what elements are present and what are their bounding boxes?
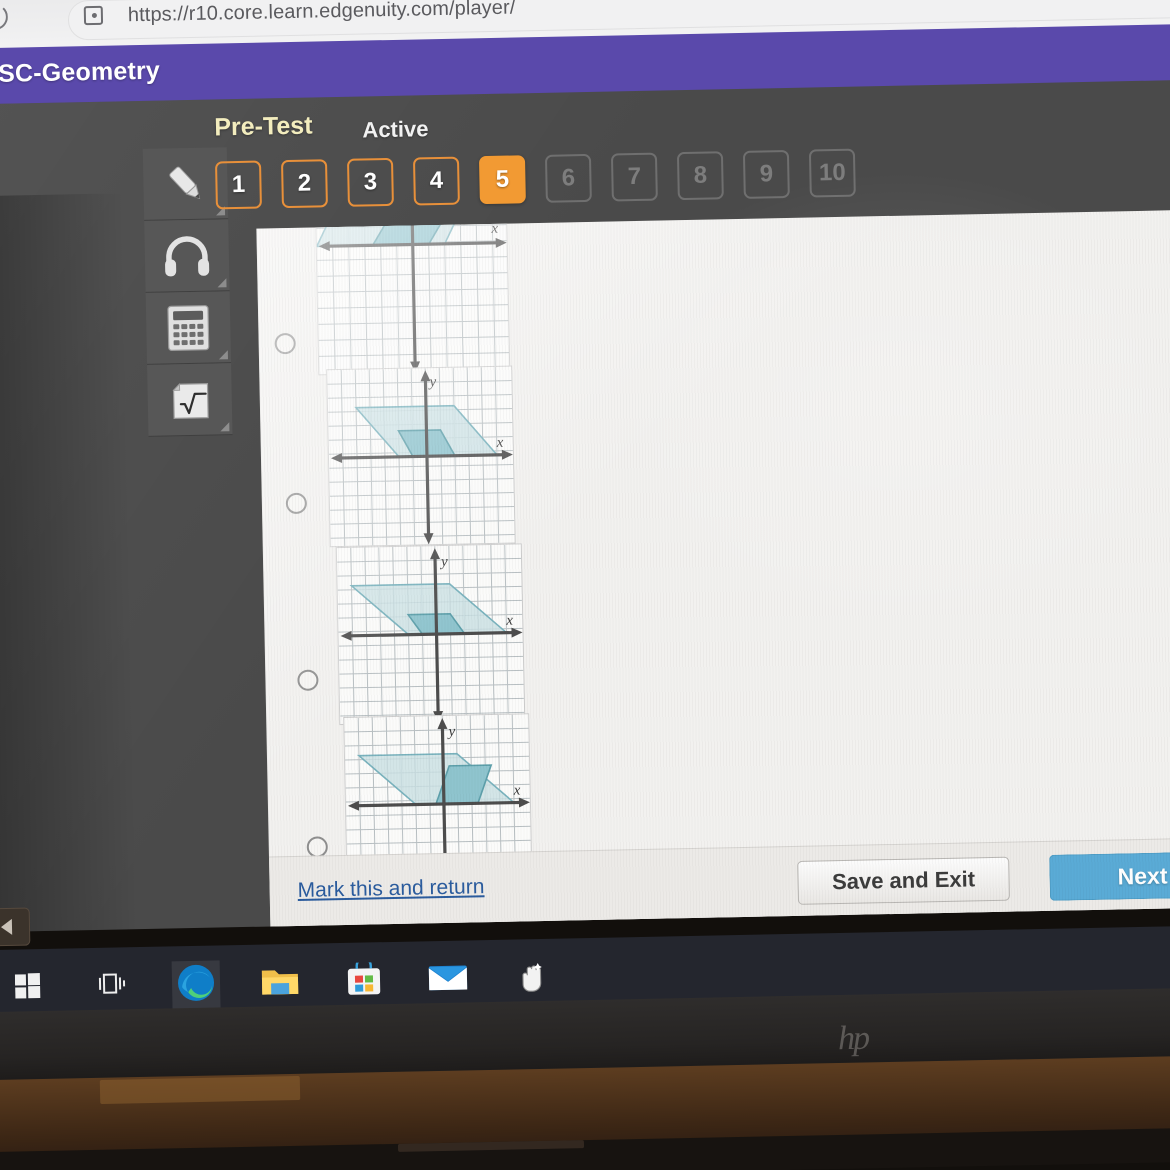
next-button[interactable]: Next [1049,851,1170,901]
hand-icon [514,957,551,999]
question-pill-5[interactable]: 5 [478,155,526,205]
graph-svg-option-a: x [315,209,511,376]
photo-of-laptop-screen: https://r10.core.learn.edgenuity.com/pla… [0,0,1170,1170]
edge-icon [176,962,217,1008]
headphones-icon [160,232,213,279]
site-info-icon[interactable] [83,5,104,26]
axis-label-x-d: x [513,782,521,798]
text-to-speech-tool[interactable] [144,219,230,293]
question-panel: x y x y x y x Mark this and return Save … [256,209,1170,929]
reload-icon[interactable] [0,3,9,31]
edge-browser[interactable] [171,960,221,1010]
question-pill-8: 8 [676,151,724,201]
graph-svg-option-b: y x [327,366,516,548]
mail-app[interactable] [424,955,473,1004]
question-pill-6: 6 [544,153,592,203]
mark-this-and-return-link[interactable]: Mark this and return [297,875,484,903]
graph-option-a: x [314,209,511,376]
question-pill-2[interactable]: 2 [280,159,328,209]
envelope-icon [428,962,469,998]
save-and-exit-button[interactable]: Save and Exit [797,856,1011,905]
calculator-icon [165,302,212,353]
question-navigator: 1 2 3 4 5 6 7 8 9 10 [215,148,856,210]
player-body: Pre-Test Active 1 2 3 4 5 6 7 8 9 10 x y… [0,79,1170,933]
question-pill-10: 10 [808,148,856,198]
axis-label-x-a: x [490,221,498,237]
start-button[interactable] [4,964,53,1013]
microsoft-store[interactable] [340,956,389,1006]
screen-vignette-left [0,193,141,933]
calculator-tool[interactable] [145,291,232,365]
axis-label-x-c: x [505,613,513,629]
question-pill-3[interactable]: 3 [346,157,394,207]
answer-options-list: x y x y x y x [256,209,533,895]
axis-label-y-c: y [439,554,448,570]
pencil-icon [159,157,212,210]
sidebar-collapse-button[interactable] [0,907,31,947]
store-icon [346,956,383,1002]
question-pill-1[interactable]: 1 [215,160,262,210]
graph-option-b: y x [326,365,516,548]
paint-app[interactable] [508,954,557,1003]
left-triangle-icon [0,918,12,936]
formula-sheet-tool[interactable] [147,363,233,437]
graph-option-c: y x [335,543,526,726]
axis-label-y-b: y [427,374,436,390]
radio-option-b[interactable] [285,492,308,514]
radio-option-d[interactable] [306,835,328,858]
question-pill-4[interactable]: 4 [412,156,460,206]
answer-option-a[interactable]: x [256,209,511,377]
answer-option-b[interactable]: y x [259,365,516,549]
radio-option-c[interactable] [297,668,319,691]
assignment-type-label: Pre-Test [214,111,313,142]
task-view-icon [98,971,127,1003]
assignment-status-label: Active [362,116,429,143]
radio-option-a[interactable] [274,332,296,354]
task-view-button[interactable] [88,962,137,1011]
question-pill-9: 9 [742,149,790,199]
course-title: SC-Geometry [0,56,161,88]
hp-brand-logo: hp [837,1019,869,1058]
axis-label-y-d: y [446,724,455,740]
square-root-icon [165,375,214,424]
laptop-deck-edge [99,1075,301,1105]
axis-label-x-b: x [496,435,504,451]
question-pill-7: 7 [610,152,658,202]
answer-option-c[interactable]: y x [263,543,526,726]
file-explorer[interactable] [256,959,305,1008]
graph-svg-option-c: y x [337,544,526,726]
windows-logo-icon [14,972,42,1005]
folder-icon [260,963,301,1003]
